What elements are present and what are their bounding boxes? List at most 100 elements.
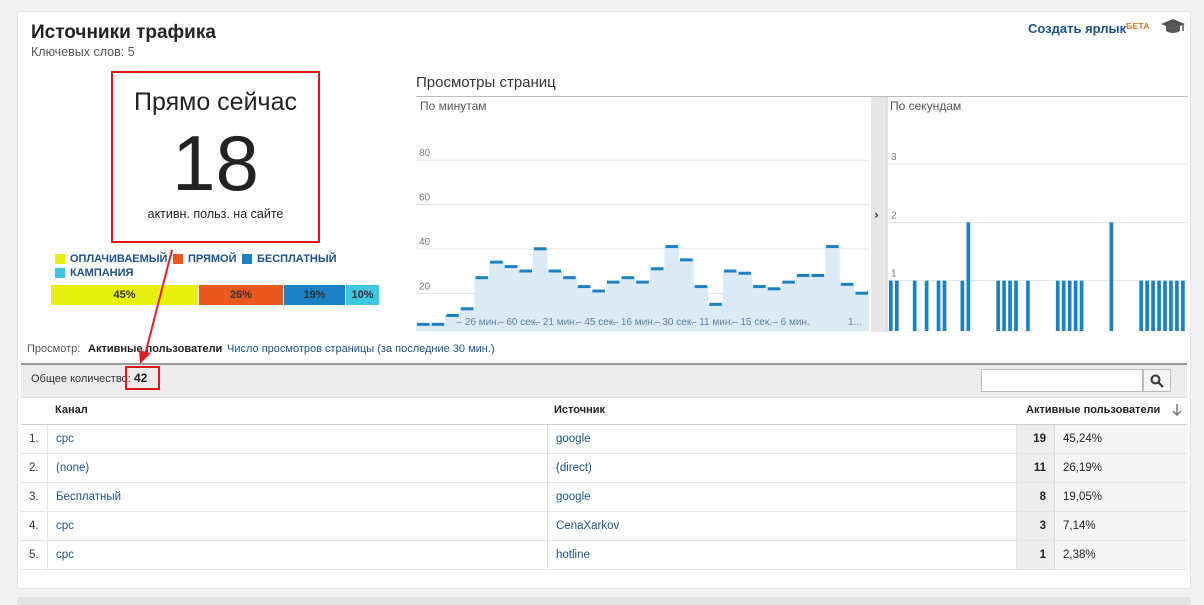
channel-link[interactable]: Бесплатный <box>48 483 548 511</box>
channel-link[interactable]: (none) <box>48 454 548 482</box>
seconds-bar <box>1109 222 1114 331</box>
channel-link[interactable]: cpc <box>48 512 548 540</box>
table-row: 4. cpc CenaXarkov 3 7,14% <box>21 512 1187 541</box>
minutes-x-tick-label: – 11 мин. <box>691 317 733 328</box>
search-icon <box>1150 374 1164 388</box>
seconds-y-tick: 3 <box>891 152 897 163</box>
minutes-x-tick-label: – 6 мин. <box>772 317 809 328</box>
active-users-value: 11 <box>1017 454 1055 482</box>
legend-item-organic: БЕСПЛАТНЫЙ <box>242 253 337 265</box>
active-users-caption: активн. польз. на сайте <box>147 207 284 221</box>
page-title: Источники трафика <box>31 22 216 43</box>
total-highlight-box <box>125 366 160 390</box>
seconds-bar <box>1014 280 1018 331</box>
seconds-bar <box>1008 280 1012 331</box>
share-segment: 19% <box>284 285 345 305</box>
active-users-count: 18 <box>172 119 259 207</box>
column-header-active-users[interactable]: Активные пользователи <box>1026 404 1160 416</box>
minutes-y-tick: 60 <box>419 193 431 204</box>
seconds-bar <box>889 280 893 331</box>
active-users-percent: 7,14% <box>1055 512 1187 540</box>
active-users-percent: 19,05% <box>1055 483 1187 511</box>
legend-label: БЕСПЛАТНЫЙ <box>257 253 337 265</box>
legend-item-direct: ПРЯМОЙ <box>173 253 237 265</box>
legend-item-paid: ОПЛАЧИВАЕМЫЙ <box>55 253 167 265</box>
seconds-bar <box>1079 280 1084 331</box>
seconds-bar <box>912 280 917 331</box>
total-label: Общее количество: <box>31 373 131 385</box>
seconds-x-tick: – 60 сек. <box>498 317 538 328</box>
create-shortcut-link[interactable]: Создать ярлык <box>1028 21 1126 36</box>
channel-link[interactable]: cpc <box>48 541 548 569</box>
seconds-chart-label: По секундам <box>890 99 962 113</box>
share-segment: 26% <box>199 285 283 305</box>
seconds-bar <box>996 280 1000 331</box>
minutes-x-tick-label: 1... <box>848 317 862 328</box>
legend-label: ОПЛАЧИВАЕМЫЙ <box>70 253 168 265</box>
seconds-bar <box>966 222 971 331</box>
table-row: 3. Бесплатный google 8 19,05% <box>21 483 1187 512</box>
search-button[interactable] <box>1143 369 1171 392</box>
active-users-value: 3 <box>1017 512 1055 540</box>
seconds-bar <box>1055 280 1060 331</box>
seconds-y-tick: 1 <box>891 269 897 280</box>
seconds-bar <box>924 280 929 331</box>
source-link[interactable]: CenaXarkov <box>548 512 1017 540</box>
seconds-bar <box>1026 280 1030 331</box>
seconds-x-tick: – 30 сек. <box>654 317 694 328</box>
seconds-bar <box>1181 280 1185 331</box>
seconds-bar <box>1073 280 1078 331</box>
seconds-bar <box>1067 280 1072 331</box>
minutes-y-tick: 80 <box>419 148 431 159</box>
bottom-strip <box>17 597 1191 605</box>
active-users-percent: 45,24% <box>1055 425 1187 453</box>
minutes-chart-label: По минутам <box>420 99 487 113</box>
legend-swatch-direct <box>173 254 183 264</box>
keyword-count: Ключевых слов: 5 <box>31 45 135 59</box>
table-search-input[interactable] <box>981 369 1143 392</box>
active-users-percent: 26,19% <box>1055 454 1187 482</box>
source-link[interactable]: google <box>548 483 1017 511</box>
column-header-channel[interactable]: Канал <box>55 404 88 416</box>
seconds-bar <box>936 280 941 331</box>
seconds-bar <box>1061 280 1066 331</box>
table-row: 2. (none) (direct) 11 26,19% <box>21 454 1187 483</box>
legend-label: КАМПАНИЯ <box>70 267 134 279</box>
minutes-x-tick-label: – 16 мин. <box>612 317 655 328</box>
view-label: Просмотр: <box>27 343 81 355</box>
seconds-bar <box>1151 280 1155 331</box>
seconds-bar <box>1175 280 1179 331</box>
legend-item-campaign: КАМПАНИЯ <box>55 267 133 279</box>
view-pageviews-link[interactable]: Число просмотров страницы (за последние … <box>227 343 495 355</box>
sort-desc-icon[interactable] <box>1171 403 1183 422</box>
seconds-bar <box>1139 280 1144 331</box>
active-users-value: 19 <box>1017 425 1055 453</box>
beta-badge: БЕТА <box>1126 21 1150 31</box>
legend-swatch-organic <box>242 254 252 264</box>
source-link[interactable]: hotline <box>548 541 1017 569</box>
legend-swatch-campaign <box>55 268 65 278</box>
active-users-value: 8 <box>1017 483 1055 511</box>
seconds-bar <box>1157 280 1161 331</box>
active-users-percent: 2,38% <box>1055 541 1187 569</box>
row-number: 5. <box>21 541 48 569</box>
view-active-users[interactable]: Активные пользователи <box>88 343 222 355</box>
source-link[interactable]: google <box>548 425 1017 453</box>
table-row: 5. cpc hotline 1 2,38% <box>21 541 1187 570</box>
row-number: 4. <box>21 512 48 540</box>
seconds-x-tick: – 45 сек. <box>576 317 616 328</box>
table-row: 1. cpc google 19 45,24% <box>21 425 1187 454</box>
share-segment: 10% <box>346 285 379 305</box>
seconds-bar <box>1145 280 1149 331</box>
graduation-cap-icon[interactable] <box>1160 17 1186 37</box>
column-header-source[interactable]: Источник <box>554 404 605 416</box>
active-users-value: 1 <box>1017 541 1055 569</box>
seconds-y-tick: 2 <box>891 210 897 221</box>
channel-link[interactable]: cpc <box>48 425 548 453</box>
seconds-x-tick: – 15 сек. <box>732 317 772 328</box>
source-link[interactable]: (direct) <box>548 454 1017 482</box>
row-number: 1. <box>21 425 48 453</box>
seconds-bar <box>1163 280 1167 331</box>
pageviews-chart-area: 80 60 40 20 – 26 мин. – 21 мин. – 16 мин. – 11 … <box>416 96 1188 332</box>
seconds-bar <box>942 280 947 331</box>
